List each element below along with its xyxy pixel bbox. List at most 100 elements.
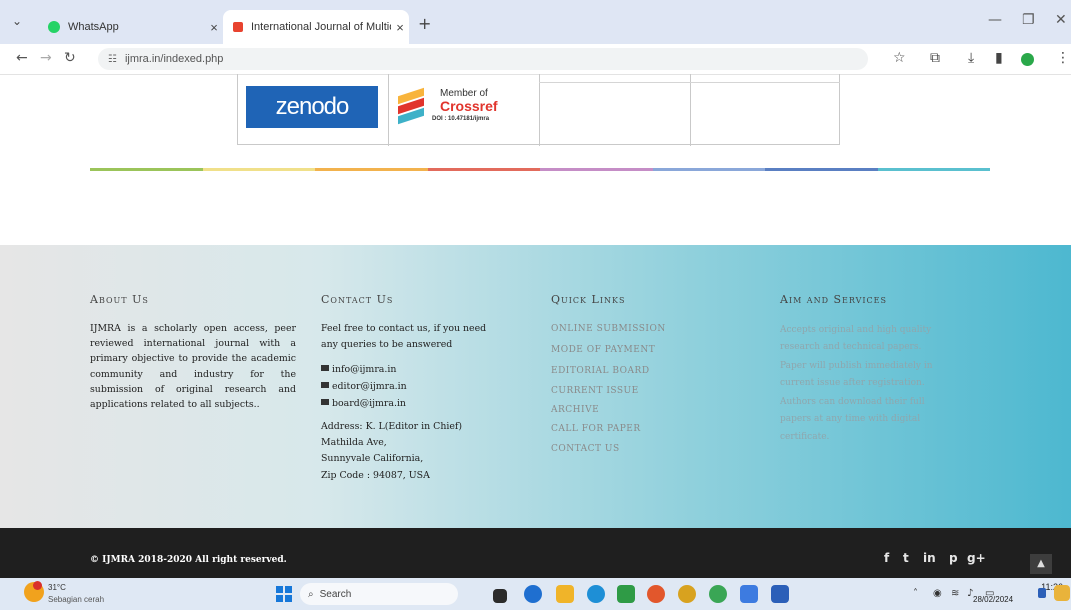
edge-icon[interactable] xyxy=(587,585,605,603)
windows-start-icon[interactable] xyxy=(276,586,292,602)
search-icon: ⌕ xyxy=(308,588,314,600)
aim-text-line: Paper will publish immediately in xyxy=(780,361,933,371)
wifi-icon[interactable]: ≋ xyxy=(951,588,959,599)
envelope-icon xyxy=(321,382,329,388)
twitter-icon[interactable]: t xyxy=(903,551,909,565)
table-divider xyxy=(388,74,389,146)
close-tab-icon[interactable]: × xyxy=(205,20,223,35)
quick-link-current-issue[interactable]: CURRENT ISSUE xyxy=(551,386,639,396)
crossref-name: Crossref xyxy=(440,98,498,114)
contact-heading: Contact Us xyxy=(321,293,394,306)
aim-text-line: Accepts original and high quality xyxy=(780,325,932,335)
notification-badge xyxy=(33,581,42,590)
tab-search-chevron-icon[interactable]: ⌄ xyxy=(12,14,22,28)
table-divider xyxy=(539,74,540,146)
chat-icon[interactable] xyxy=(524,585,542,603)
url-text: ijmra.in/indexed.php xyxy=(124,53,224,65)
linkedin-icon[interactable]: in xyxy=(923,551,936,565)
copyright-bar xyxy=(0,528,1071,578)
envelope-icon xyxy=(321,399,329,405)
copyright-text: © IJMRA 2018-2020 All right reserved. xyxy=(90,555,287,565)
copilot-icon[interactable] xyxy=(1054,585,1070,601)
address-line: Address: K. L(Editor in Chief) xyxy=(321,421,463,432)
crossref-doi: DOI : 10.47181/ijmra xyxy=(432,116,490,122)
about-heading: About Us xyxy=(90,293,149,306)
clock-date[interactable]: 28/02/2024 xyxy=(973,595,1013,604)
quick-link-archive[interactable]: ARCHIVE xyxy=(551,405,599,415)
google-plus-icon[interactable]: g+ xyxy=(967,551,986,565)
about-text: IJMRA is a scholarly open access, peer r… xyxy=(90,323,296,411)
site-info-icon[interactable]: ☷ xyxy=(108,54,117,65)
quick-link-call-for-paper[interactable]: CALL FOR PAPER xyxy=(551,424,641,434)
email-link[interactable]: info@ijmra.in xyxy=(321,364,396,375)
word-icon[interactable] xyxy=(771,585,789,603)
crossref-logo[interactable]: Member of Crossref DOI : 10.47181/ijmra xyxy=(398,86,538,130)
menu-kebab-icon[interactable]: ⋮ xyxy=(1056,50,1070,66)
task-view-icon[interactable] xyxy=(493,589,507,603)
photos-icon[interactable] xyxy=(740,585,758,603)
weather-description: Sebagian cerah xyxy=(48,595,105,604)
tab-ijmra[interactable]: International Journal of Multidi × xyxy=(223,10,409,44)
notification-bell-icon[interactable] xyxy=(1038,588,1046,598)
contact-intro-line: any queries to be answered xyxy=(321,339,453,350)
close-tab-icon[interactable]: × xyxy=(391,20,409,35)
address-line: Sunnyvale California, xyxy=(321,453,424,464)
facebook-icon[interactable]: f xyxy=(884,551,889,565)
aim-heading: Aim and Services xyxy=(780,293,887,306)
reload-icon[interactable]: ↻ xyxy=(64,50,76,66)
taskbar-search[interactable]: ⌕ Search xyxy=(300,583,458,605)
store-icon[interactable] xyxy=(617,585,635,603)
chrome-profile-icon[interactable] xyxy=(709,585,727,603)
firefox-icon[interactable] xyxy=(647,585,665,603)
contact-intro-line: Feel free to contact us, if you need xyxy=(321,323,487,334)
restore-icon[interactable]: ❐ xyxy=(1022,12,1035,28)
forward-arrow-icon[interactable]: → xyxy=(40,50,52,66)
aim-text-line: papers at any time with digital xyxy=(780,414,921,424)
quick-link-mode-of-payment[interactable]: MODE OF PAYMENT xyxy=(551,345,655,355)
aim-text-line: certificate. xyxy=(780,432,830,442)
ijmra-favicon-icon xyxy=(233,22,243,32)
aim-text-line: research and technical papers. xyxy=(780,342,922,352)
back-arrow-icon[interactable]: ← xyxy=(16,50,28,66)
address-bar[interactable]: ☷ ijmra.in/indexed.php xyxy=(98,48,868,70)
sidepanel-icon[interactable]: ▮ xyxy=(995,50,1003,66)
scroll-to-top-button[interactable]: ▲ xyxy=(1030,554,1052,574)
extensions-puzzle-icon[interactable]: ⧉ xyxy=(930,50,940,66)
file-explorer-icon[interactable] xyxy=(556,585,574,603)
new-tab-plus-icon[interactable]: + xyxy=(418,14,431,33)
address-line: Mathilda Ave, xyxy=(321,437,387,448)
tab-title: WhatsApp xyxy=(68,21,119,33)
chrome-icon[interactable] xyxy=(678,585,696,603)
download-icon[interactable]: ⤓ xyxy=(968,50,974,66)
weather-temperature: 31°C xyxy=(48,583,66,592)
email-link[interactable]: board@ijmra.in xyxy=(321,398,406,409)
crossref-mark-icon xyxy=(398,87,424,126)
zenodo-logo[interactable]: zenodo xyxy=(246,86,378,128)
aim-text-line: Authors can download their full xyxy=(780,397,925,407)
tray-chevron-icon[interactable]: ˄ xyxy=(913,588,918,599)
minimize-icon[interactable]: — xyxy=(988,12,1002,28)
address-line: Zip Code : 94087, USA xyxy=(321,470,430,481)
quick-link-online-submission[interactable]: ONLINE SUBMISSION xyxy=(551,324,666,334)
table-divider xyxy=(539,82,840,83)
aim-text-line: current issue after registration. xyxy=(780,378,925,388)
zenodo-logo-text: zenodo xyxy=(275,93,350,120)
quick-links-heading: Quick Links xyxy=(551,293,626,306)
search-placeholder: Search xyxy=(319,588,352,600)
email-link[interactable]: editor@ijmra.in xyxy=(321,381,407,392)
network-icon[interactable]: ◉ xyxy=(933,588,942,599)
tab-whatsapp[interactable]: WhatsApp × xyxy=(38,10,223,44)
quick-link-editorial-board[interactable]: EDITORIAL BOARD xyxy=(551,366,650,376)
color-divider xyxy=(90,168,990,171)
email-text: board@ijmra.in xyxy=(332,398,406,409)
quick-link-contact-us[interactable]: CONTACT US xyxy=(551,444,620,454)
profile-avatar-icon[interactable] xyxy=(1021,53,1034,66)
close-window-icon[interactable]: ✕ xyxy=(1055,12,1067,28)
bookmark-star-icon[interactable]: ☆ xyxy=(893,50,906,66)
whatsapp-icon xyxy=(48,21,60,33)
email-text: editor@ijmra.in xyxy=(332,381,407,392)
envelope-icon xyxy=(321,365,329,371)
pinterest-icon[interactable]: p xyxy=(949,551,958,565)
tab-title: International Journal of Multidi xyxy=(251,21,391,33)
table-divider xyxy=(690,74,691,146)
